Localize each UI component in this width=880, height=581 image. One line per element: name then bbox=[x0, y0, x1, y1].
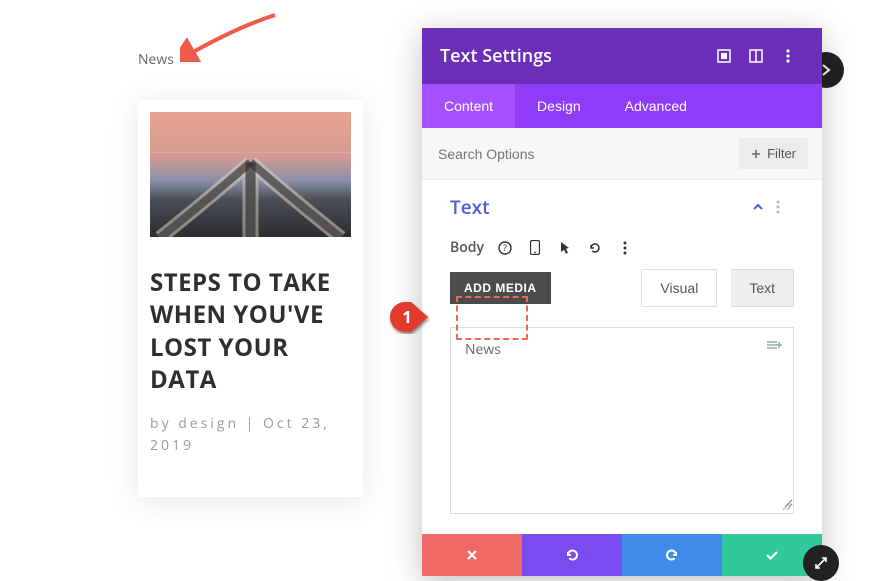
body-menu-button[interactable] bbox=[616, 239, 634, 257]
close-icon bbox=[465, 548, 479, 562]
section-header[interactable]: Text bbox=[450, 194, 794, 220]
post-thumbnail bbox=[150, 112, 351, 237]
help-icon: ? bbox=[498, 241, 512, 255]
expand-icon bbox=[717, 49, 731, 63]
cursor-icon bbox=[559, 241, 571, 255]
body-editor-wrap bbox=[450, 327, 794, 514]
kebab-menu-icon bbox=[786, 49, 790, 63]
filter-label: Filter bbox=[767, 146, 796, 161]
text-module-output: News bbox=[138, 50, 174, 69]
chevron-up-icon bbox=[752, 201, 764, 213]
tab-advanced[interactable]: Advanced bbox=[603, 84, 709, 128]
text-section: Text Body ? bbox=[422, 180, 822, 317]
help-button[interactable]: ? bbox=[496, 239, 514, 257]
redo-button[interactable] bbox=[622, 534, 722, 576]
section-collapse[interactable] bbox=[752, 201, 776, 213]
body-option-row: Body ? bbox=[450, 238, 794, 257]
post-card: STEPS TO TAKE WHEN YOU'VE LOST YOUR DATA… bbox=[138, 100, 363, 497]
body-label: Body bbox=[450, 238, 484, 257]
undo-button[interactable] bbox=[522, 534, 622, 576]
hover-button[interactable] bbox=[556, 239, 574, 257]
svg-text:1: 1 bbox=[402, 305, 412, 328]
svg-text:?: ? bbox=[503, 241, 507, 254]
post-meta: by design | Oct 23, 2019 bbox=[150, 413, 351, 458]
tab-content[interactable]: Content bbox=[422, 84, 515, 128]
undo-icon bbox=[564, 547, 580, 563]
split-view-icon bbox=[749, 49, 763, 63]
media-row: ADD MEDIA Visual Text bbox=[450, 269, 794, 307]
annotation-arrow bbox=[180, 10, 280, 62]
editor-mode-visual[interactable]: Visual bbox=[641, 269, 717, 307]
editor-resize-handle[interactable] bbox=[779, 499, 791, 511]
post-title: STEPS TO TAKE WHEN YOU'VE LOST YOUR DATA bbox=[150, 267, 351, 397]
panel-menu-button[interactable] bbox=[772, 40, 804, 72]
search-input[interactable] bbox=[436, 140, 739, 168]
redo-icon bbox=[664, 547, 680, 563]
plus-icon bbox=[751, 149, 761, 159]
filter-button[interactable]: Filter bbox=[739, 138, 808, 169]
search-row: Filter bbox=[422, 128, 822, 180]
expand-diagonal-icon bbox=[813, 555, 829, 571]
body-editor[interactable] bbox=[451, 328, 793, 508]
expand-handle[interactable] bbox=[803, 545, 839, 581]
dynamic-content-icon bbox=[765, 338, 783, 352]
tab-design[interactable]: Design bbox=[515, 84, 603, 128]
panel-footer bbox=[422, 534, 822, 576]
thumbnail-illustration bbox=[150, 112, 351, 237]
editor-mode-text[interactable]: Text bbox=[731, 269, 794, 307]
settings-tabs: Content Design Advanced bbox=[422, 84, 822, 128]
expand-button[interactable] bbox=[708, 40, 740, 72]
reset-icon bbox=[588, 241, 602, 255]
check-icon bbox=[764, 547, 780, 563]
kebab-menu-icon bbox=[776, 200, 780, 214]
section-title: Text bbox=[450, 194, 752, 220]
panel-header[interactable]: Text Settings bbox=[422, 28, 822, 84]
reset-button[interactable] bbox=[586, 239, 604, 257]
mobile-icon bbox=[530, 240, 540, 255]
add-media-button[interactable]: ADD MEDIA bbox=[450, 272, 551, 304]
split-view-button[interactable] bbox=[740, 40, 772, 72]
panel-title: Text Settings bbox=[440, 44, 708, 68]
responsive-button[interactable] bbox=[526, 239, 544, 257]
resize-icon bbox=[779, 499, 791, 511]
text-settings-panel: Text Settings Content Design Advanced Fi… bbox=[422, 28, 822, 576]
kebab-menu-icon bbox=[623, 241, 627, 255]
dynamic-content-button[interactable] bbox=[765, 338, 783, 352]
cancel-button[interactable] bbox=[422, 534, 522, 576]
section-menu-button[interactable] bbox=[776, 200, 794, 214]
